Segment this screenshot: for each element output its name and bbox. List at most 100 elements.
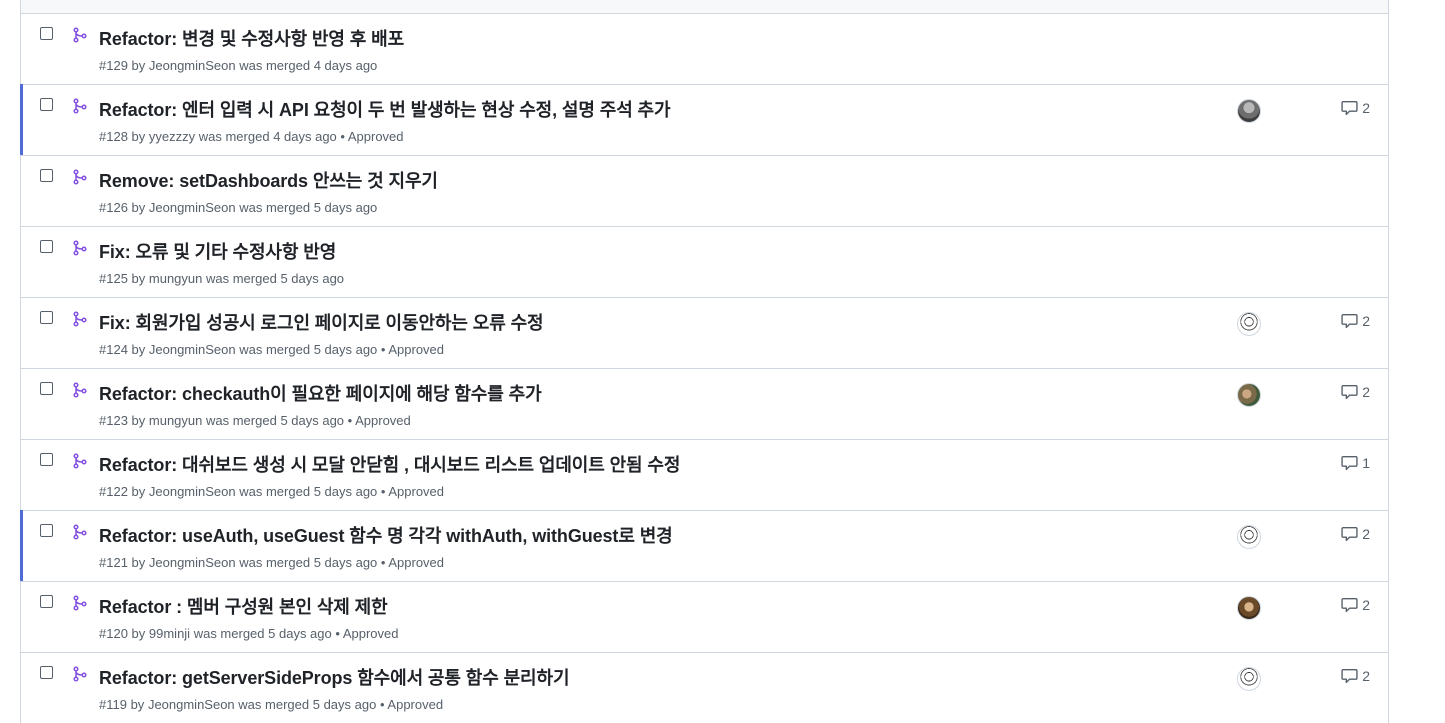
pr-status: was merged — [239, 200, 311, 215]
comment-icon — [1341, 100, 1358, 116]
select-checkbox[interactable] — [40, 595, 53, 608]
pr-number: #129 — [99, 58, 128, 73]
comment-icon — [1341, 526, 1358, 542]
pr-meta: #124 by JeongminSeon was merged 5 days a… — [99, 342, 445, 357]
review-status: • Approved — [380, 484, 445, 499]
pr-number: #125 — [99, 271, 128, 286]
review-status: • Approved — [379, 697, 444, 712]
pr-row: Fix: 오류 및 기타 수정사항 반영 #125 by mungyun was… — [21, 226, 1388, 297]
comments-link[interactable]: 2 — [1341, 99, 1370, 116]
pr-status: was merged — [239, 58, 311, 73]
pull-request-list: Refactor: 변경 및 수정사항 반영 후 배포 #129 by Jeon… — [20, 0, 1389, 723]
pr-number: #121 — [99, 555, 128, 570]
comment-icon — [1341, 384, 1358, 400]
merged-pr-icon — [73, 240, 87, 256]
pr-meta: #123 by mungyun was merged 5 days ago • … — [99, 413, 411, 428]
pr-row: Refactor: getServerSideProps 함수에서 공통 함수 … — [21, 652, 1388, 723]
pr-meta: #128 by yyezzzy was merged 4 days ago • … — [99, 129, 404, 144]
select-checkbox[interactable] — [40, 524, 53, 537]
comment-icon — [1341, 313, 1358, 329]
pr-title-link[interactable]: Refactor: getServerSideProps 함수에서 공통 함수 … — [99, 664, 570, 690]
pr-title-link[interactable]: Refactor: 대쉬보드 생성 시 모달 안닫힘 , 대시보드 리스트 업데… — [99, 451, 680, 477]
pr-row — [21, 0, 1388, 13]
pr-row: Refactor: 변경 및 수정사항 반영 후 배포 #129 by Jeon… — [21, 13, 1388, 84]
pr-row: Refactor : 멤버 구성원 본인 삭제 제한 #120 by 99min… — [21, 581, 1388, 652]
merged-pr-icon — [73, 524, 87, 540]
comments-link[interactable]: 2 — [1341, 667, 1370, 684]
comment-count: 2 — [1362, 596, 1370, 613]
pr-author-link[interactable]: JeongminSeon — [149, 342, 236, 357]
comments-link[interactable]: 1 — [1341, 454, 1370, 471]
avatar[interactable] — [1237, 596, 1261, 620]
pr-number: #123 — [99, 413, 128, 428]
pr-author-link[interactable]: JeongminSeon — [149, 484, 236, 499]
avatar[interactable] — [1237, 99, 1261, 123]
pr-time: 5 days ago — [312, 697, 377, 712]
pr-time: 4 days ago — [273, 129, 337, 144]
comment-count: 2 — [1362, 667, 1370, 684]
merged-pr-icon — [73, 382, 87, 398]
pr-status: was merged — [238, 697, 310, 712]
pr-author-link[interactable]: JeongminSeon — [149, 200, 236, 215]
comment-count: 2 — [1362, 99, 1370, 116]
pr-title-link[interactable]: Refactor: 엔터 입력 시 API 요청이 두 번 발생하는 현상 수정… — [99, 96, 671, 122]
select-checkbox[interactable] — [40, 382, 53, 395]
pr-author-link[interactable]: mungyun — [149, 271, 202, 286]
comments-link[interactable]: 2 — [1341, 312, 1370, 329]
pr-meta: #129 by JeongminSeon was merged 4 days a… — [99, 58, 378, 73]
pr-time: 5 days ago — [313, 342, 378, 357]
pr-status: was merged — [239, 555, 311, 570]
pr-meta: #126 by JeongminSeon was merged 5 days a… — [99, 200, 378, 215]
pr-status: was merged — [206, 271, 277, 286]
comments-link[interactable]: 2 — [1341, 383, 1370, 400]
pr-title-link[interactable]: Refactor : 멤버 구성원 본인 삭제 제한 — [99, 593, 388, 619]
merged-pr-icon — [73, 666, 87, 682]
pr-time: 4 days ago — [313, 58, 378, 73]
pr-status: was merged — [198, 129, 270, 144]
pr-author-link[interactable]: JeongminSeon — [149, 555, 236, 570]
pr-author-link[interactable]: JeongminSeon — [149, 58, 236, 73]
pr-time: 5 days ago — [280, 271, 345, 286]
pr-author-link[interactable]: JeongminSeon — [148, 697, 235, 712]
select-checkbox[interactable] — [40, 311, 53, 324]
pr-title-link[interactable]: Refactor: checkauth이 필요한 페이지에 해당 함수를 추가 — [99, 380, 542, 406]
comment-count: 1 — [1362, 454, 1370, 471]
select-checkbox[interactable] — [40, 169, 53, 182]
merged-pr-icon — [73, 169, 87, 185]
comments-link[interactable]: 2 — [1341, 525, 1370, 542]
select-checkbox[interactable] — [40, 453, 53, 466]
avatar[interactable] — [1237, 312, 1261, 336]
avatar[interactable] — [1237, 525, 1261, 549]
comment-count: 2 — [1362, 383, 1370, 400]
pr-title-link[interactable]: Refactor: useAuth, useGuest 함수 명 각각 with… — [99, 522, 673, 548]
pr-meta: #119 by JeongminSeon was merged 5 days a… — [99, 697, 444, 712]
select-checkbox[interactable] — [40, 27, 53, 40]
pr-status: was merged — [239, 342, 311, 357]
review-status: • Approved — [380, 555, 445, 570]
pr-author-link[interactable]: 99minji — [149, 626, 190, 641]
pr-number: #126 — [99, 200, 128, 215]
avatar[interactable] — [1237, 383, 1261, 407]
pr-author-link[interactable]: yyezzzy — [149, 129, 195, 144]
pr-meta: #121 by JeongminSeon was merged 5 days a… — [99, 555, 445, 570]
merged-pr-icon — [73, 595, 87, 611]
select-checkbox[interactable] — [40, 98, 53, 111]
pr-number: #128 — [99, 129, 128, 144]
select-checkbox[interactable] — [40, 240, 53, 253]
pr-title-link[interactable]: Remove: setDashboards 안쓰는 것 지우기 — [99, 167, 438, 193]
pr-meta: #125 by mungyun was merged 5 days ago — [99, 271, 345, 286]
pr-title-link[interactable]: Refactor: 변경 및 수정사항 반영 후 배포 — [99, 25, 404, 51]
pr-row: Fix: 회원가입 성공시 로그인 페이지로 이동안하는 오류 수정 #124 … — [21, 297, 1388, 368]
pr-meta: #120 by 99minji was merged 5 days ago • … — [99, 626, 399, 641]
review-status: • Approved — [335, 626, 399, 641]
merged-pr-icon — [73, 98, 87, 114]
comment-icon — [1341, 668, 1358, 684]
pr-author-link[interactable]: mungyun — [149, 413, 202, 428]
merged-pr-icon — [73, 453, 87, 469]
pr-row: Remove: setDashboards 안쓰는 것 지우기 #126 by … — [21, 155, 1388, 226]
pr-title-link[interactable]: Fix: 오류 및 기타 수정사항 반영 — [99, 238, 336, 264]
comments-link[interactable]: 2 — [1341, 596, 1370, 613]
avatar[interactable] — [1237, 667, 1261, 691]
select-checkbox[interactable] — [40, 666, 53, 679]
pr-title-link[interactable]: Fix: 회원가입 성공시 로그인 페이지로 이동안하는 오류 수정 — [99, 309, 544, 335]
